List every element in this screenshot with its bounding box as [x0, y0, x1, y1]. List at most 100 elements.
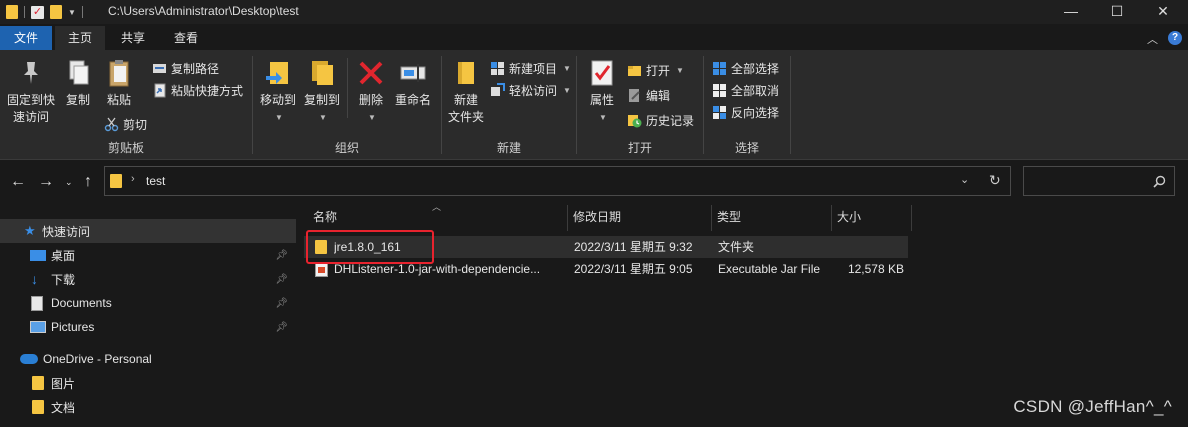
paste-shortcut-button[interactable]: 粘贴快捷方式 [152, 80, 243, 100]
delete-label: 删除 [358, 93, 383, 107]
open-button[interactable]: 打开 ▼ [627, 60, 684, 80]
refresh-icon[interactable]: ↻ [989, 172, 1001, 189]
properties-icon[interactable]: ✓ [31, 5, 44, 19]
column-header-modified[interactable]: 修改日期 [567, 202, 711, 232]
select-none-icon [712, 83, 727, 98]
pin-label-line1: 固定到快 [6, 93, 55, 107]
column-header-type[interactable]: 类型 [711, 202, 831, 232]
customize-toolbar-chevron-icon[interactable]: ▼ [68, 8, 76, 17]
sidebar-item-label: 下载 [51, 272, 76, 287]
sidebar-item-documents[interactable]: Documents 📌︎ [0, 291, 296, 315]
tab-file[interactable]: 文件 [0, 26, 52, 50]
sidebar-item-documents-folder[interactable]: 文档 [0, 395, 296, 419]
sidebar-item-label: 文档 [51, 400, 76, 415]
tab-view[interactable]: 查看 [161, 26, 211, 50]
sidebar-item-onedrive[interactable]: OneDrive - Personal [0, 347, 296, 371]
sidebar-item-pictures[interactable]: Pictures 📌︎ [0, 315, 296, 339]
move-to-label: 移动到 [259, 93, 296, 107]
copy-button[interactable]: 复制 [60, 58, 96, 109]
edit-button[interactable]: 编辑 [627, 85, 670, 105]
sidebar-item-downloads[interactable]: ↓ 下载 📌︎ [0, 267, 296, 291]
column-header-name[interactable]: 名称 [307, 202, 567, 232]
quick-access-toolbar: ✓ ▼ [6, 3, 83, 21]
delete-button[interactable]: 删除 ▼ [353, 58, 389, 126]
breadcrumb-separator-icon: › [131, 173, 135, 185]
pin-icon[interactable]: 📌︎ [275, 250, 288, 261]
ribbon: 固定到快 速访问 复制 粘贴 复制路径 粘贴快捷方式 剪切 剪贴板 移动到 ▼ … [0, 50, 1188, 160]
ribbon-tabs: 文件 主页 共享 查看 ︿ ? [0, 26, 1188, 50]
collapse-ribbon-chevron-icon[interactable]: ︿ [1147, 31, 1158, 47]
sidebar-item-desktop[interactable]: 桌面 📌︎ [0, 243, 296, 267]
recent-locations-chevron-icon[interactable]: ⌄ [65, 177, 73, 188]
search-icon [1153, 175, 1166, 188]
copy-to-label: 复制到 [303, 93, 340, 107]
clipboard-group-label: 剪贴板 [107, 141, 144, 155]
cut-button[interactable]: 剪切 [104, 114, 147, 134]
select-all-icon [712, 61, 727, 76]
navigation-pane: ★ 快速访问 桌面 📌︎ ↓ 下载 📌︎ Documents 📌︎ Pictur… [0, 218, 296, 427]
divider [24, 6, 25, 18]
new-folder-label-line1: 新建 [453, 93, 478, 107]
pin-to-quick-access-button[interactable]: 固定到快 速访问 [4, 58, 58, 126]
search-input[interactable] [1023, 166, 1175, 196]
help-icon[interactable]: ? [1168, 31, 1182, 45]
new-item-button[interactable]: 新建项目 ▼ [490, 58, 571, 78]
invert-selection-label: 反向选择 [731, 105, 780, 120]
tab-share[interactable]: 共享 [108, 26, 158, 50]
new-folder-icon[interactable] [50, 5, 62, 19]
invert-selection-button[interactable]: 反向选择 [712, 102, 779, 122]
group-divider [790, 56, 791, 154]
chevron-down-icon: ▼ [368, 113, 376, 122]
file-type: Executable Jar File [718, 262, 821, 276]
new-folder-label-line2: 文件夹 [447, 110, 484, 124]
up-arrow-icon[interactable]: ↑ [84, 173, 92, 191]
clipboard-group: 固定到快 速访问 复制 粘贴 复制路径 粘贴快捷方式 剪切 剪贴板 [0, 50, 252, 160]
close-button[interactable]: ✕ [1140, 0, 1186, 24]
maximize-button[interactable]: ☐ [1094, 0, 1140, 24]
column-header-size[interactable]: 大小 [831, 202, 911, 232]
copy-icon [64, 58, 92, 88]
pin-icon[interactable]: 📌︎ [275, 274, 288, 285]
pin-icon[interactable]: 📌︎ [275, 322, 288, 333]
pin-icon[interactable]: 📌︎ [275, 298, 288, 309]
select-none-button[interactable]: 全部取消 [712, 80, 779, 100]
tab-home[interactable]: 主页 [55, 26, 105, 50]
select-all-label: 全部选择 [731, 61, 780, 76]
paste-label: 粘贴 [106, 93, 131, 107]
copy-path-label: 复制路径 [171, 61, 220, 76]
easy-access-button[interactable]: 轻松访问 ▼ [490, 80, 571, 100]
select-all-button[interactable]: 全部选择 [712, 58, 779, 78]
paste-button[interactable]: 粘贴 [100, 58, 138, 109]
back-arrow-icon[interactable]: ← [10, 173, 26, 191]
scissors-icon [104, 117, 119, 132]
new-folder-button[interactable]: 新建 文件夹 [444, 58, 488, 126]
paste-icon [105, 58, 133, 88]
pictures-icon [30, 321, 46, 333]
breadcrumb-test[interactable]: test [146, 174, 165, 188]
copy-to-icon [308, 58, 336, 88]
move-to-button[interactable]: 移动到 ▼ [257, 58, 299, 126]
rename-button[interactable]: 重命名 [391, 58, 435, 109]
organize-group: 移动到 ▼ 复制到 ▼ 删除 ▼ 重命名 组织 [253, 50, 441, 160]
copy-path-button[interactable]: 复制路径 [152, 58, 219, 78]
sidebar-item-quick-access[interactable]: ★ 快速访问 [0, 219, 296, 243]
sidebar-item-label: 桌面 [51, 248, 76, 263]
edit-icon [627, 88, 642, 103]
sidebar-item-pictures-folder[interactable]: 图片 [0, 371, 296, 395]
move-to-icon [264, 58, 292, 88]
properties-button[interactable]: 属性 ▼ [583, 58, 621, 126]
history-button[interactable]: 历史记录 [627, 110, 694, 130]
sidebar-item-label: OneDrive - Personal [43, 352, 152, 366]
column-divider[interactable] [911, 205, 912, 231]
copy-path-icon [152, 61, 167, 76]
copy-to-button[interactable]: 复制到 ▼ [301, 58, 343, 126]
select-none-label: 全部取消 [731, 83, 780, 98]
download-icon: ↓ [31, 271, 38, 287]
address-bar[interactable]: › test ⌄ ↻ [104, 166, 1011, 196]
rename-label: 重命名 [394, 93, 431, 107]
forward-arrow-icon[interactable]: → [38, 173, 54, 191]
address-history-chevron-icon[interactable]: ⌄ [960, 173, 969, 186]
minimize-button[interactable]: — [1048, 0, 1094, 24]
select-group: 全部选择 全部取消 反向选择 选择 [704, 50, 790, 160]
folder-icon [110, 174, 122, 188]
